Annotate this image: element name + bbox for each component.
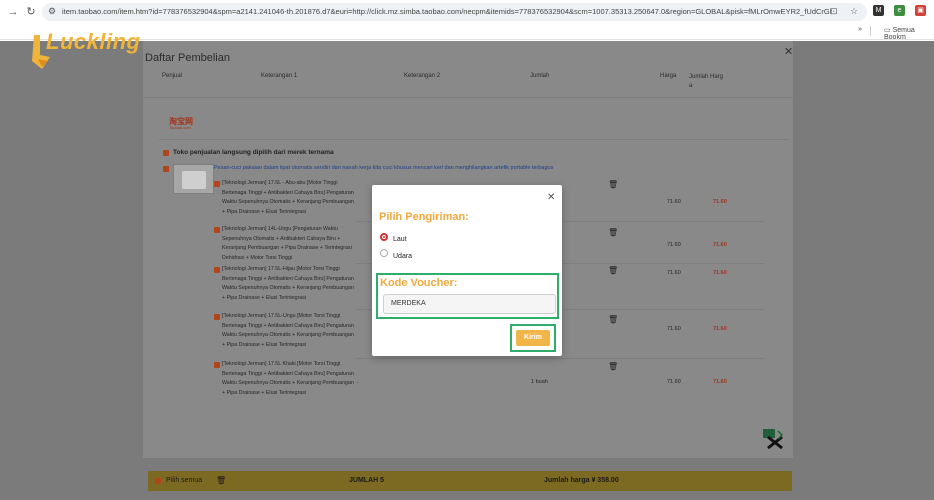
column-header-note2: Keterangan 2 (404, 73, 441, 79)
column-header-quantity: Jumlah (530, 73, 550, 79)
item-checkbox[interactable] (214, 267, 220, 273)
bookmarks-overflow-icon[interactable]: » (858, 26, 862, 33)
item-description: [Teknologi Jerman] 14L-Ungu [Pengaturan … (222, 226, 352, 261)
item-description: [Teknologi Jerman] 17.5L - Abu-abu [Moto… (222, 180, 354, 215)
extension-icon[interactable]: e (894, 5, 905, 16)
item-total: 71.60 (713, 242, 727, 248)
item-quantity: 1 buah (531, 379, 548, 385)
luckling-logo: Luckling (30, 29, 140, 73)
section-divider (159, 139, 789, 140)
voucher-input[interactable]: MERDEKA (383, 294, 556, 314)
delete-all-icon[interactable]: 🗑 (216, 476, 226, 485)
select-all-label[interactable]: Pilih semua (166, 477, 202, 484)
column-header-price: Harga (660, 73, 677, 79)
site-info-icon[interactable]: ⚙ (48, 6, 56, 17)
modal-close-icon[interactable]: ✕ (547, 192, 555, 203)
item-checkbox[interactable] (214, 362, 220, 368)
address-bar[interactable]: ⚙ item.taobao.com/item.htm?id=7783765329… (42, 3, 867, 21)
shipping-option-air-label[interactable]: Udara (393, 253, 412, 260)
logo-text: Luckling (46, 29, 141, 54)
trash-icon[interactable]: 🗑 (608, 266, 618, 275)
submit-highlight: Kirim (510, 324, 556, 352)
cart-summary-bar: Pilih semua 🗑 JUMLAH 5 Jumlah harga ¥ 35… (148, 471, 792, 491)
taobao-logo-sub: Taobao.com (169, 125, 191, 130)
item-total: 71.60 (713, 379, 727, 385)
trash-icon[interactable]: 🗑 (608, 362, 618, 371)
product-group-checkbox[interactable] (163, 166, 169, 172)
item-total: 71.60 (713, 326, 727, 332)
shipping-radio-air[interactable] (380, 249, 388, 257)
total-count: JUMLAH 5 (349, 477, 385, 484)
excel-export-icon[interactable] (762, 428, 784, 450)
panel-title: Daftar Pembelian (145, 52, 230, 64)
panel-close-icon[interactable]: ✕ (784, 45, 793, 58)
voucher-section: Kode Voucher: MERDEKA (376, 273, 559, 319)
voucher-heading: Kode Voucher: (380, 277, 458, 289)
column-header-note1: Keterangan 1 (261, 73, 298, 79)
item-price: 71.60 (667, 379, 681, 385)
extension-m-icon[interactable]: M (873, 5, 884, 16)
forward-icon[interactable]: → (6, 5, 20, 19)
extension-red-icon[interactable]: ▣ (915, 5, 926, 16)
item-price: 71.60 (667, 242, 681, 248)
item-total: 71.60 (713, 270, 727, 276)
total-price: Jumlah harga ¥ 358.00 (544, 477, 619, 484)
shipping-heading: Pilih Pengiriman: (379, 211, 469, 223)
item-checkbox[interactable] (214, 227, 220, 233)
item-total: 71.60 (713, 199, 727, 205)
item-checkbox[interactable] (214, 314, 220, 320)
column-header-seller: Penjual (162, 73, 183, 79)
item-price: 71.60 (667, 270, 681, 276)
seller-checkbox[interactable] (163, 150, 169, 156)
trash-icon[interactable]: 🗑 (608, 180, 618, 189)
select-all-checkbox[interactable] (155, 478, 161, 484)
item-price: 71.60 (667, 199, 681, 205)
address-url[interactable]: item.taobao.com/item.htm?id=778376532904… (62, 7, 832, 16)
shipping-radio-sea[interactable] (380, 233, 388, 241)
product-notice-link[interactable]: Pesan-cuci pakaian dalam lipat otomatis … (214, 165, 553, 171)
bookmarks-folder-label: Semua Bookm (884, 27, 915, 41)
item-description: [Teknologi Jerman] 17.5L-Ungu [Motor Tor… (222, 313, 354, 348)
item-divider (355, 358, 765, 359)
header-divider (143, 97, 793, 98)
item-checkbox[interactable] (214, 181, 220, 187)
item-description: [Teknologi Jerman] 17.5L Khaki [Motor To… (222, 361, 354, 396)
item-note-placeholder: - (357, 380, 359, 386)
product-thumbnail[interactable] (173, 164, 214, 194)
bookmarks-divider (870, 26, 871, 36)
submit-button[interactable]: Kirim (516, 330, 550, 346)
bookmark-star-icon[interactable]: ☆ (850, 6, 858, 17)
bookmarks-folder[interactable]: ▭ Semua Bookm (884, 26, 934, 41)
trash-icon[interactable]: 🗑 (608, 228, 618, 237)
shipping-modal: ✕ Pilih Pengiriman: Laut Udara Kode Vouc… (372, 185, 562, 356)
item-price: 71.60 (667, 326, 681, 332)
item-description: [Teknologi Jerman] 17.5L-Hijau [Motor To… (222, 266, 354, 301)
shipping-option-sea-label[interactable]: Laut (393, 236, 407, 243)
reload-icon[interactable]: ↻ (24, 5, 38, 19)
translate-icon[interactable]: ⊡ (830, 6, 838, 17)
trash-icon[interactable]: 🗑 (608, 315, 618, 324)
column-header-total: Jumlah Harg a (689, 74, 724, 89)
seller-label: Toko penjualan langsung dipilih dari mer… (173, 149, 334, 156)
